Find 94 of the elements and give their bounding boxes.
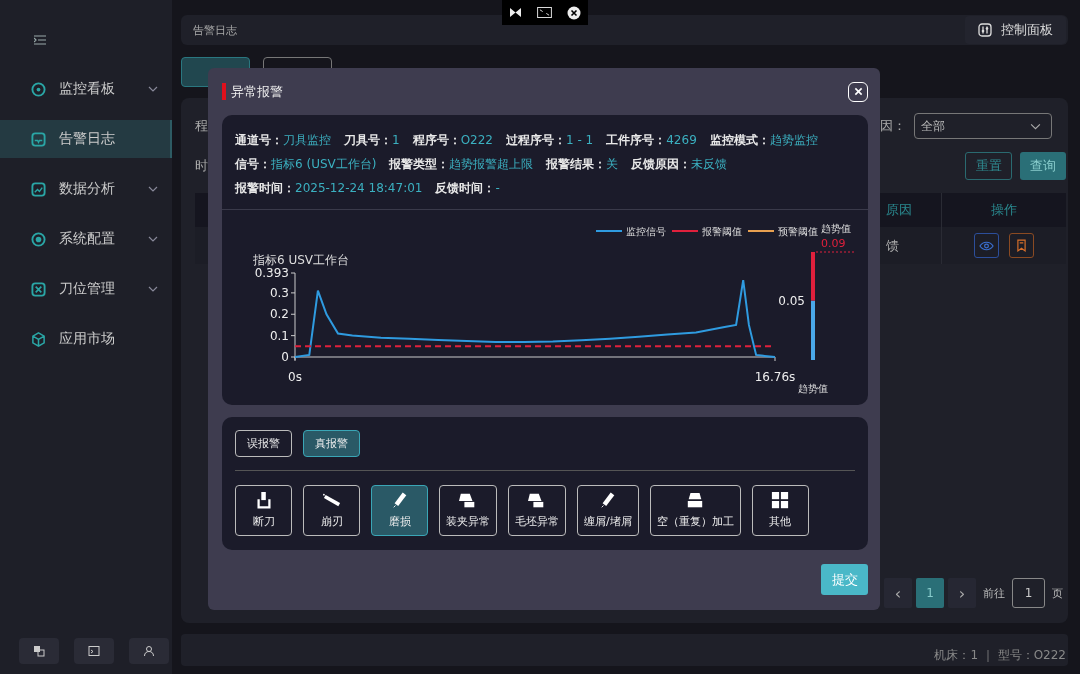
bookmark-icon [1017,239,1026,252]
field-label: 过程序号： [506,132,566,147]
y-tick-label: 0.3 [269,285,289,300]
threshold-label: 0.05 [778,293,805,308]
sidebar-item[interactable]: 应用市场 [0,320,172,358]
inbox-icon [31,131,46,147]
field-value: 趋势监控 [769,132,818,147]
cause-button[interactable]: 崩刃 [303,485,360,536]
field-label: 报警类型： [389,156,450,171]
user-icon [143,645,155,657]
sliders-icon [978,23,992,37]
field-value: - [495,180,500,195]
sidebar-item[interactable]: 数据分析 [0,170,172,208]
cause-button[interactable]: 装夹异常 [439,485,497,536]
sidebar-item[interactable]: 刀位管理 [0,270,172,308]
field-label: 通道号： [235,132,283,147]
field-value: 4269 [666,132,697,147]
user-button[interactable] [129,638,169,664]
field-value: 刀具监控 [283,132,331,147]
page-input[interactable]: 1 [1012,578,1045,608]
field-label: 信号： [235,156,271,171]
field-label: 反馈时间： [435,180,496,195]
chart-title: 趋势值 [821,223,851,234]
view-button[interactable] [974,233,999,258]
field-label: 报警时间： [235,180,295,195]
field-value: 未反馈 [691,156,728,171]
close-icon[interactable] [566,5,581,20]
terminal-button[interactable] [74,638,114,664]
translate-button[interactable] [19,638,59,664]
field-value: O222 [460,132,493,147]
verdict-button[interactable]: 真报警 [303,430,360,457]
field-value: 关 [606,156,619,171]
threshold-line [815,251,857,253]
chart-title: 指标6 USV工作台 [253,253,350,267]
field-value: 趋势报警超上限 [449,156,534,171]
bookmark-button[interactable] [1009,233,1034,258]
reset-button[interactable]: 重置 [965,152,1012,180]
status-text: 机床：1 ｜ 型号：O222 [934,647,1066,664]
y-tick-label: 0.1 [269,328,289,343]
field-label: 报警结果： [546,156,607,171]
cause-button[interactable]: 毛坯异常 [508,485,566,536]
close-button[interactable] [848,81,868,102]
eye-icon [979,240,994,251]
terminal-icon [88,645,100,657]
field-label: 反馈原因： [631,156,692,171]
sidebar-item[interactable]: 系统配置 [0,220,172,258]
x-tick-label: 0s [288,370,302,384]
field-value: 1 - 1 [566,132,594,147]
y-tick-label: 0 [281,350,289,364]
field-value: 2025-12-24 18:47:01 [295,180,423,195]
control-panel-button[interactable]: 控制面板 [965,16,1066,44]
field-label: 程序号： [412,132,461,147]
gauge-icon [31,81,46,97]
filter-label: 因： [880,117,906,135]
gauge-label: 趋势值 [798,383,828,394]
collapse-icon[interactable] [509,7,523,18]
goto-label: 前往 [983,585,1005,601]
chart-icon [31,181,46,197]
cube-icon [31,331,46,347]
legend-label: 报警阈值 [702,226,742,237]
column-header: 操作 [990,201,1018,219]
field-value: 1 [392,132,400,147]
field-label: 刀具号： [344,132,392,147]
legend-label: 监控信号 [626,226,666,237]
resize-icon[interactable] [537,7,552,18]
cause-button[interactable]: 断刀 [235,485,292,536]
menu-icon[interactable] [34,35,46,45]
y-tick-label: 0.393 [254,266,289,280]
cause-button[interactable]: 空（重复）加工 [649,485,741,536]
sidebar-item[interactable]: 监控看板 [0,70,172,108]
cause-button[interactable]: 缠屑/堵屑 [577,485,639,536]
dialog-title: 异常报警 [231,82,284,101]
x-tick-label: 16.76s [754,370,796,384]
filter-label: 时 [195,157,208,175]
cause-button[interactable]: 磨损 [371,485,428,536]
select-field[interactable]: 全部 [914,113,1052,139]
table-cell: 馈 [884,227,942,264]
cause-button[interactable]: 其他 [751,485,809,536]
value-label: 0.09 [821,237,846,250]
y-tick-label: 0.2 [269,307,289,322]
previous-page-button[interactable]: ‹ [884,578,912,608]
chevron-icon [1030,122,1041,130]
translate-icon [33,645,45,657]
verdict-button[interactable]: 误报警 [235,430,292,457]
sidebar-item[interactable]: 告警日志 [0,120,172,158]
field-label: 监控模式： [709,132,770,147]
filter-label: 程 [195,117,208,135]
next-page-button[interactable]: › [948,578,976,608]
field-label: 工件序号： [606,132,667,147]
field-value: 指标6 (USV工作台) [271,156,377,171]
breadcrumb: 告警日志 [193,22,237,38]
legend-label: 预警阈值 [778,226,818,237]
page-label: 页 [1052,585,1063,601]
close-icon [853,87,863,96]
